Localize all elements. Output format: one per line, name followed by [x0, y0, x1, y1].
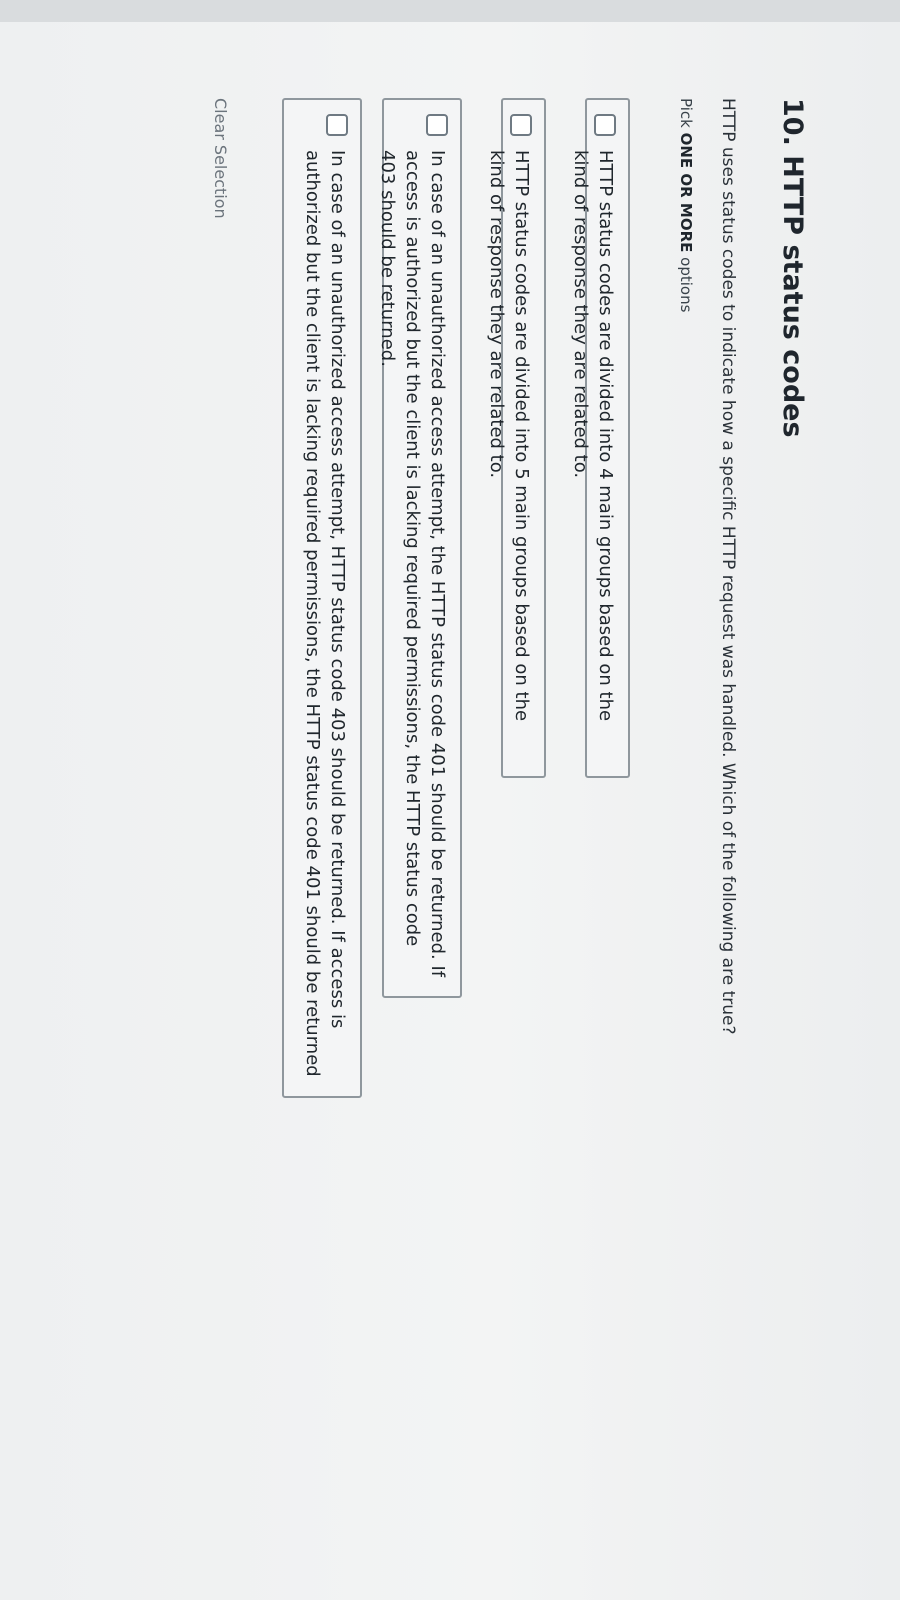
screen: 10. HTTP status codes HTTP uses status c… [0, 0, 900, 1600]
option-3-label: In case of an unauthorized access attemp… [377, 150, 448, 978]
question-prompt: HTTP uses status codes to indicate how a… [718, 98, 738, 1035]
pick-hint: Pick ONE OR MORE options [677, 98, 695, 312]
pick-hint-prefix: Pick [677, 98, 695, 133]
option-2[interactable]: HTTP status codes are divided into 5 mai… [486, 98, 546, 778]
option-1-checkbox[interactable] [594, 114, 616, 136]
option-4-label: In case of an unauthorized access attemp… [302, 150, 348, 1077]
question-title: 10. HTTP status codes [777, 98, 808, 438]
question-page: 10. HTTP status codes HTTP uses status c… [0, 0, 900, 1600]
option-2-label: HTTP status codes are divided into 5 mai… [486, 150, 532, 722]
option-3-checkbox[interactable] [426, 114, 448, 136]
pick-hint-emphasis: ONE OR MORE [677, 132, 695, 253]
option-2-checkbox[interactable] [510, 114, 532, 136]
question-card: 10. HTTP status codes HTTP uses status c… [192, 40, 852, 1410]
option-3[interactable]: In case of an unauthorized access attemp… [377, 98, 462, 998]
clear-selection-link[interactable]: Clear Selection [211, 98, 230, 219]
pick-hint-suffix: options [677, 252, 695, 313]
option-4-checkbox[interactable] [326, 114, 348, 136]
option-1-label: HTTP status codes are divided into 4 mai… [570, 150, 616, 722]
option-4[interactable]: In case of an unauthorized access attemp… [282, 98, 362, 1098]
option-1[interactable]: HTTP status codes are divided into 4 mai… [570, 98, 630, 778]
